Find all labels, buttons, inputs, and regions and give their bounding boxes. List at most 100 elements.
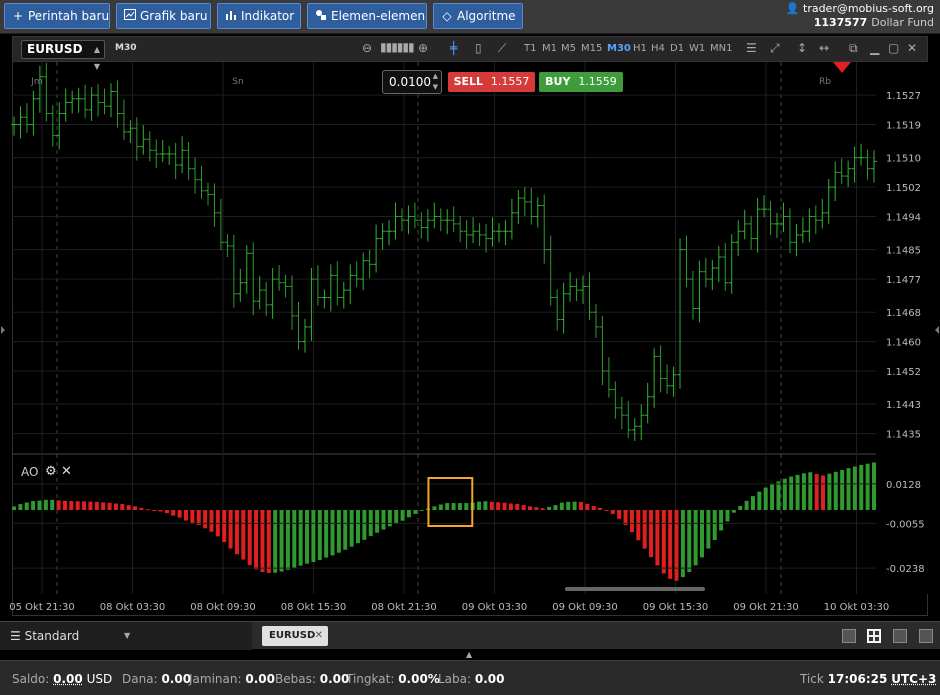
ao-bar (266, 510, 271, 573)
price-tick-label: 1.1510 (886, 154, 921, 165)
time-tick-label: 10 Okt 03:30 (824, 602, 889, 613)
indicator-label: AO (21, 465, 39, 479)
ao-bar (196, 510, 201, 525)
ao-bar (139, 507, 144, 510)
ao-bar (757, 491, 762, 510)
layout-columns-button[interactable] (893, 629, 907, 643)
chart-tab-eurusd[interactable]: EURUSD ✕ (262, 626, 328, 646)
panel-toggle-icon[interactable]: ▲ (466, 650, 472, 659)
timezone-select[interactable]: UTC+3 (891, 672, 936, 686)
ao-bar (184, 510, 188, 521)
saldo-value[interactable]: 0.00 (53, 672, 83, 686)
ao-bar (750, 496, 755, 510)
ao-bar (680, 510, 685, 578)
ao-bar (553, 505, 558, 510)
price-tick-label: 1.1468 (886, 308, 921, 319)
price-tick-label: 1.1485 (886, 246, 921, 257)
chart-canvas[interactable]: Jm Sn Rb 1.1527 1.1519 1.1510 1.1502 1.1494 1.14… (0, 0, 940, 620)
ao-bar (610, 510, 615, 514)
time-tick-label: 09 Okt 09:30 (552, 602, 617, 613)
ao-bar (285, 510, 290, 570)
laba-value: 0.00 (474, 672, 505, 686)
collapse-right-icon (935, 326, 939, 334)
ao-bar (362, 510, 367, 540)
buy-price: 1.1559 (578, 75, 617, 88)
ao-bar (578, 501, 583, 510)
ao-bar (814, 474, 819, 510)
ao-bar (292, 510, 297, 568)
ao-bar (234, 510, 239, 555)
ao-bar (693, 510, 698, 566)
ao-bar (540, 508, 545, 510)
ao-bar (330, 510, 335, 556)
price-tick-label: 1.1494 (886, 213, 921, 224)
price-tick-label: 1.1435 (886, 430, 921, 441)
ao-bar (222, 510, 227, 542)
ao-bar (438, 504, 443, 510)
ao-tick-label: -0.0238 (886, 564, 925, 575)
layout-grid-button[interactable] (867, 629, 881, 643)
price-tick-label: 1.1452 (886, 367, 921, 378)
ao-bar (852, 466, 857, 510)
ao-bar (789, 476, 794, 510)
ao-bar (133, 506, 138, 510)
close-tab-icon[interactable]: ✕ (315, 626, 323, 646)
gear-icon[interactable]: ⚙ (45, 464, 57, 479)
ao-bar (94, 501, 99, 510)
ao-bar (508, 503, 513, 510)
ao-bar (324, 510, 329, 558)
ao-bar (177, 510, 182, 518)
ao-bar (725, 510, 730, 522)
ao-bar (827, 473, 832, 510)
jaminan: Jaminan: 0.00 (189, 672, 275, 686)
ao-bar (445, 503, 450, 510)
workspace-select[interactable]: ☰ Standard ▼ (0, 622, 252, 650)
ao-bar (82, 501, 87, 510)
sell-button[interactable]: SELL 1.1557 (448, 72, 535, 92)
spinner-icon[interactable]: ▲ ▼ (433, 71, 438, 93)
time-value: 17:06:25 (827, 672, 888, 686)
ao-bar (566, 501, 571, 510)
ao-bar (821, 475, 826, 510)
ao-bar (50, 499, 55, 510)
buy-button[interactable]: BUY 1.1559 (539, 72, 623, 92)
ao-bar (24, 502, 29, 510)
day-label: Jm (30, 77, 42, 87)
time-tick-label: 08 Okt 03:30 (100, 602, 165, 613)
ao-bar (126, 505, 131, 510)
ao-bar (273, 510, 278, 573)
ao-bar (661, 510, 666, 574)
ao-bar (572, 501, 577, 510)
dana: Dana: 0.00 (122, 672, 191, 686)
ao-bar (145, 509, 150, 511)
chevron-down-icon: ▼ (124, 631, 131, 640)
ao-bar (744, 500, 749, 510)
ao-bar (464, 503, 469, 510)
tingkat: Tingkat: 0.00% (346, 672, 440, 686)
ao-bar (642, 510, 647, 549)
sell-price: 1.1557 (490, 75, 530, 88)
time-tick-label: 09 Okt 15:30 (643, 602, 708, 613)
price-tick-label: 1.1477 (886, 275, 921, 286)
ao-bar (655, 510, 660, 566)
ao-bar (731, 510, 736, 513)
ao-bar (419, 510, 424, 511)
layout-single-button[interactable] (842, 629, 856, 643)
time-tick-label: 05 Okt 21:30 (9, 602, 74, 613)
close-indicator-icon[interactable]: ✕ (61, 464, 72, 479)
menu-icon: ☰ (10, 629, 21, 643)
currency: USD (86, 672, 113, 686)
highlight-box (427, 477, 474, 527)
tingkat-label: Tingkat: (346, 672, 395, 686)
ao-bar (457, 503, 462, 510)
lot-size-input[interactable]: 0.0100 ▲ ▼ (382, 70, 442, 94)
dana-label: Dana: (122, 672, 158, 686)
buy-label: BUY (545, 75, 571, 88)
ao-bar (336, 510, 341, 553)
ao-bar (617, 510, 622, 519)
ao-tick-label: -0.0055 (886, 519, 925, 530)
grid-icon (869, 631, 879, 641)
ao-bar (56, 500, 61, 510)
ao-bar (687, 510, 692, 572)
layout-rows-button[interactable] (919, 629, 933, 643)
